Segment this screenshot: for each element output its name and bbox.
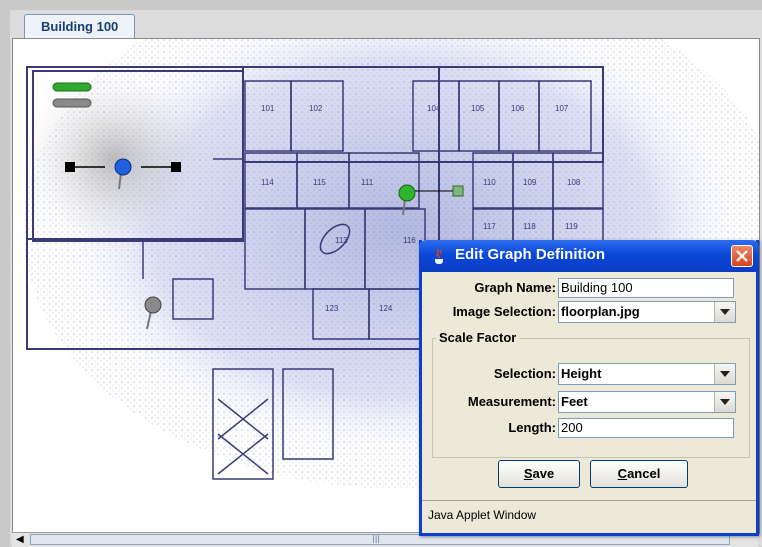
cancel-label: ancel (627, 466, 661, 481)
room-label: 113 (335, 236, 348, 245)
save-button[interactable]: Save (498, 460, 580, 488)
chevron-down-icon (720, 371, 730, 377)
scroll-grip-icon: ||| (372, 534, 381, 543)
room-label: 114 (261, 178, 274, 187)
scroll-left-icon[interactable]: ◀ (16, 535, 26, 545)
room-label: 110 (483, 178, 496, 187)
close-button[interactable] (731, 245, 753, 267)
measurement-label: Measurement: (467, 394, 556, 409)
chevron-down-icon (720, 399, 730, 405)
applet-status-bar: Java Applet Window (422, 500, 756, 533)
edit-graph-dialog: Edit Graph Definition Graph Name: Buildi… (419, 240, 759, 536)
dialog-title-bar[interactable]: Edit Graph Definition (419, 240, 759, 272)
save-label: ave (532, 466, 555, 481)
room-label: 108 (567, 178, 581, 187)
tab-building-100[interactable]: Building 100 (24, 14, 136, 38)
room-label: 124 (379, 304, 393, 313)
selection-label: Selection: (493, 366, 556, 381)
room-label: 104 (427, 104, 441, 113)
dropdown-arrow[interactable] (714, 364, 735, 384)
room-label: 109 (523, 178, 537, 187)
room-label: 118 (523, 222, 536, 231)
dropdown-arrow[interactable] (714, 392, 735, 412)
scale-factor-title: Scale Factor (436, 330, 520, 345)
room-label: 102 (309, 104, 323, 113)
room-label: 106 (511, 104, 525, 113)
selection-dropdown[interactable]: Height (558, 363, 736, 385)
length-label: Length: (508, 420, 556, 435)
dialog-title: Edit Graph Definition (455, 246, 605, 263)
room-label: 101 (261, 104, 275, 113)
dropdown-arrow[interactable] (714, 302, 735, 322)
graph-name-field[interactable]: Building 100 (558, 278, 734, 298)
image-selection-value: floorplan.jpg (561, 304, 640, 319)
room-label: 117 (483, 222, 496, 231)
room-label: 111 (361, 178, 374, 187)
close-icon (736, 250, 748, 262)
cancel-mnemonic: C (617, 466, 628, 481)
room-label: 105 (471, 104, 485, 113)
chevron-down-icon (720, 309, 730, 315)
cancel-button[interactable]: Cancel (590, 460, 688, 488)
length-field[interactable]: 200 (558, 418, 734, 438)
graph-name-label: Graph Name: (474, 280, 556, 295)
room-label: 123 (325, 304, 339, 313)
java-cup-icon (435, 248, 443, 264)
image-selection-label: Image Selection: (452, 304, 556, 319)
selection-value: Height (561, 366, 602, 381)
measurement-dropdown[interactable]: Feet (558, 391, 736, 413)
measurement-value: Feet (561, 394, 588, 409)
room-label: 115 (313, 178, 326, 187)
room-label: 116 (403, 236, 416, 245)
image-selection-dropdown[interactable]: floorplan.jpg (558, 301, 736, 323)
room-label: 119 (565, 222, 578, 231)
room-label: 107 (555, 104, 569, 113)
